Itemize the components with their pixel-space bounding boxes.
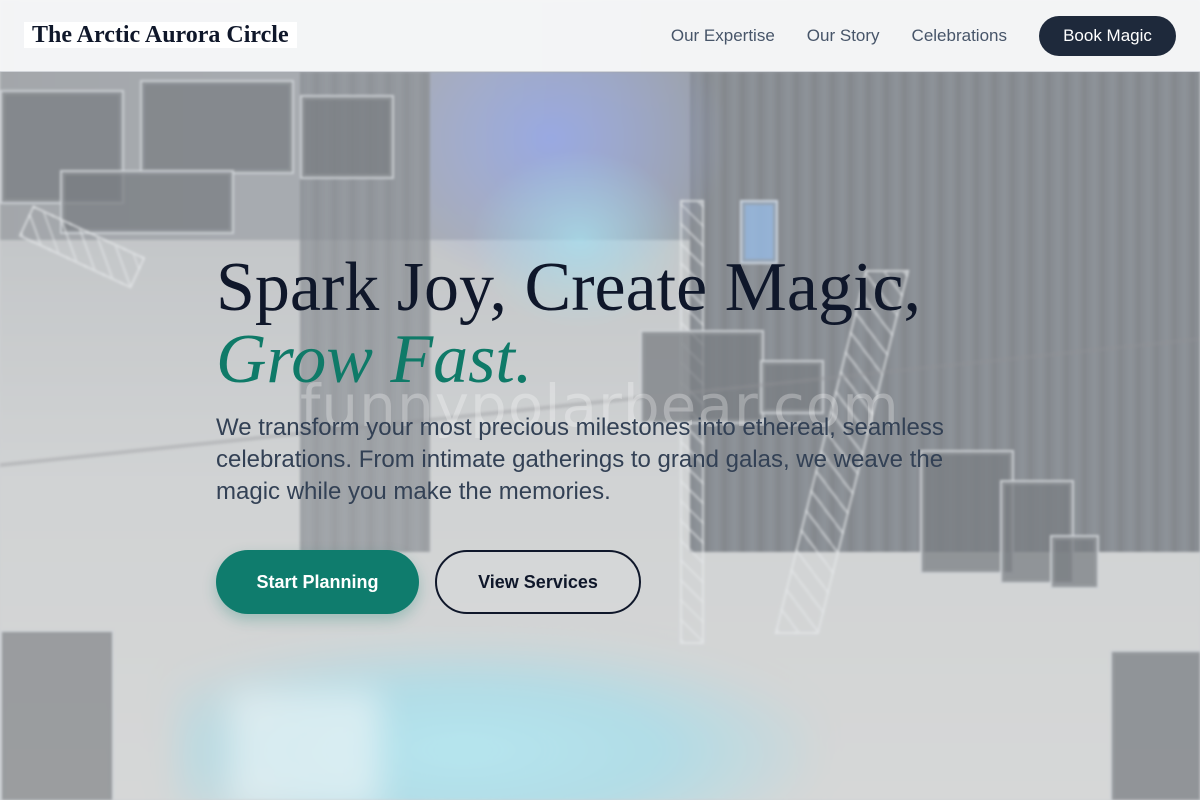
hero-headline-accent: Grow Fast.	[216, 321, 533, 398]
nav-link-our-story[interactable]: Our Story	[807, 26, 880, 46]
book-magic-button[interactable]: Book Magic	[1039, 16, 1176, 56]
start-planning-button[interactable]: Start Planning	[216, 550, 419, 614]
page: funnypolarbear.com The Arctic Aurora Cir…	[0, 0, 1200, 800]
hero-actions: Start Planning View Services	[216, 550, 1016, 614]
hero-subtitle: We transform your most precious mileston…	[216, 414, 944, 505]
nav-link-our-expertise[interactable]: Our Expertise	[671, 26, 775, 46]
hero-headline-line1: Spark Joy, Create Magic,	[216, 249, 921, 326]
brand-logo[interactable]: The Arctic Aurora Circle	[24, 22, 297, 48]
view-services-button[interactable]: View Services	[435, 550, 641, 614]
hero-section: Spark Joy, Create Magic, Grow Fast. We t…	[216, 252, 1016, 614]
site-header: The Arctic Aurora Circle Our Expertise O…	[0, 0, 1200, 72]
hero-headline: Spark Joy, Create Magic, Grow Fast.	[216, 252, 1016, 396]
main-nav: Our Expertise Our Story Celebrations Boo…	[671, 0, 1176, 72]
nav-link-celebrations[interactable]: Celebrations	[912, 26, 1007, 46]
